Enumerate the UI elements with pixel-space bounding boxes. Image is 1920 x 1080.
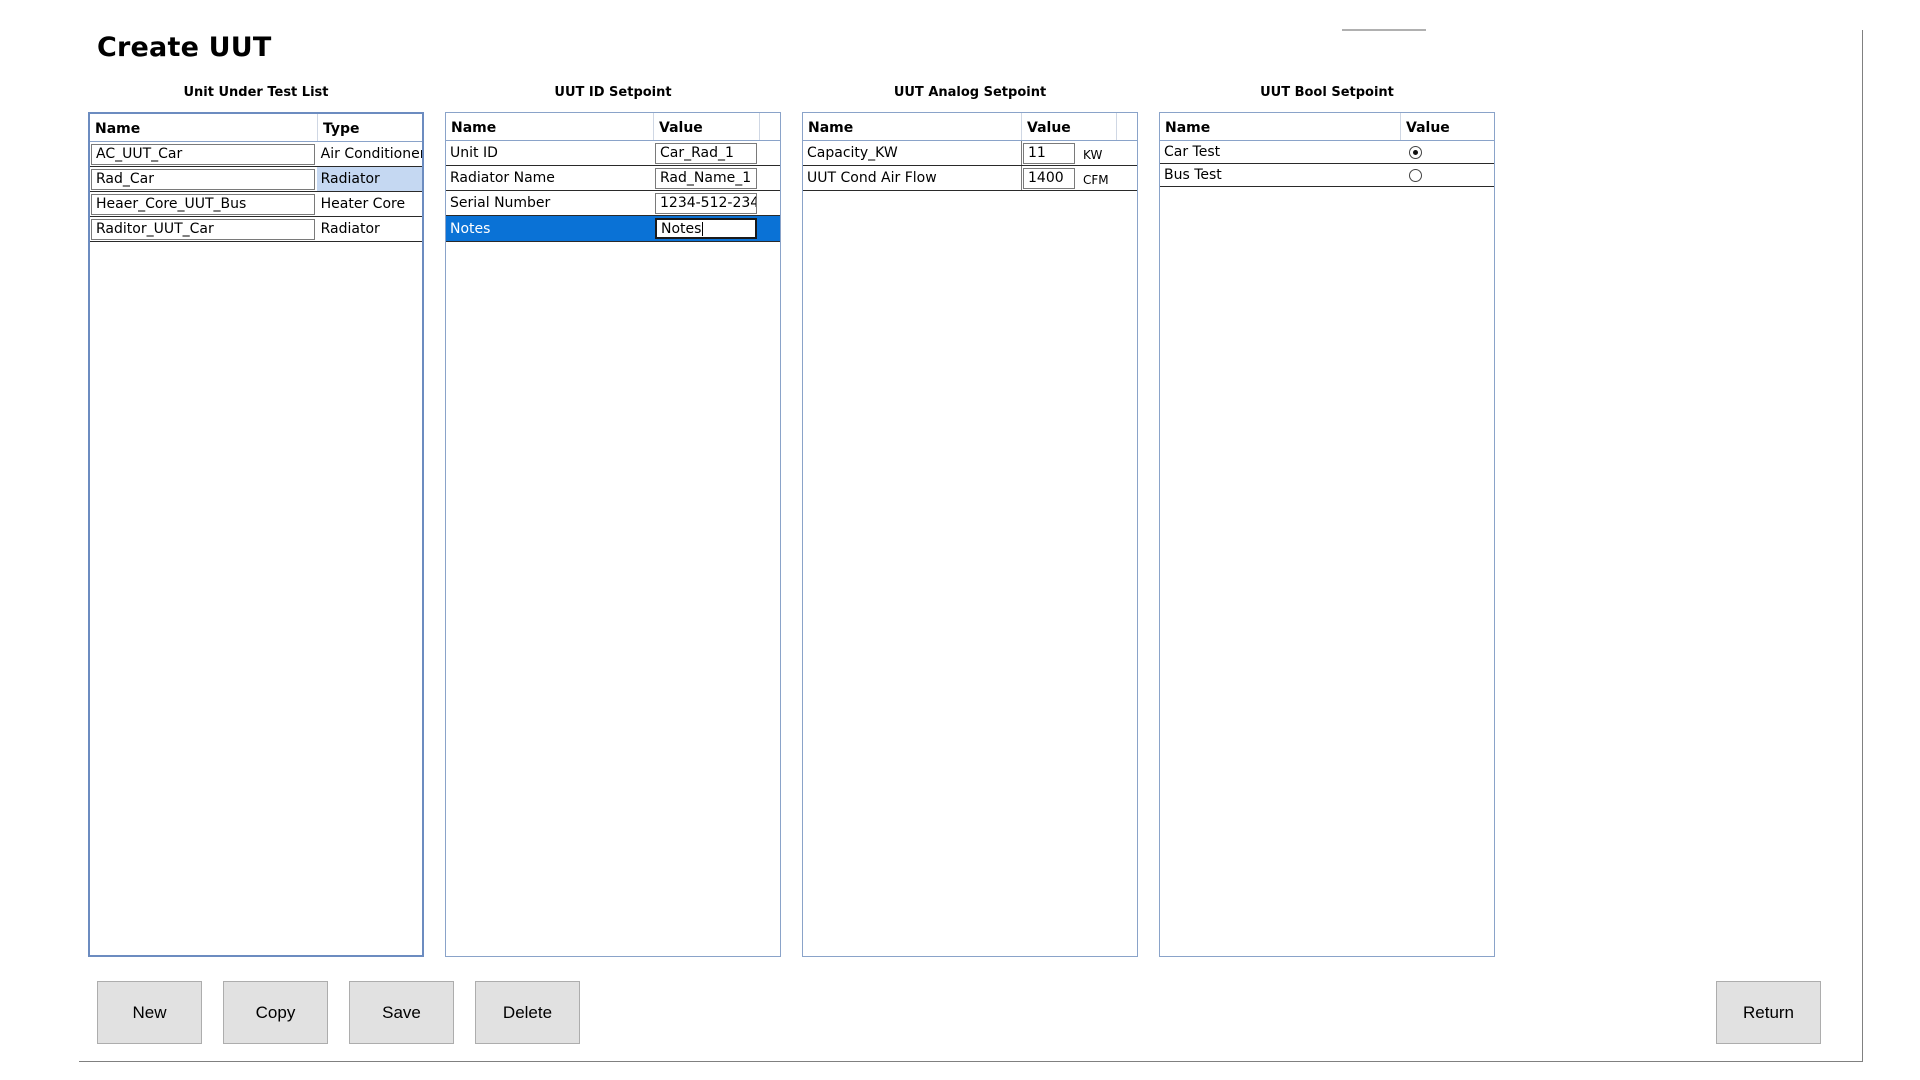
setpoint-value-field[interactable]: Car_Rad_1 xyxy=(655,142,757,164)
table-row[interactable]: UUT Cond Air Flow 1400 CFM xyxy=(803,166,1137,191)
column-header-value[interactable]: Value xyxy=(1401,113,1494,140)
unit-list-grid[interactable]: Name Type AC_UUT_Car Air Conditioner Rad… xyxy=(88,112,424,957)
analog-setpoint-grid[interactable]: Name Value Capacity_KW 11 KW UUT Cond Ai… xyxy=(802,112,1138,957)
column-header-name[interactable]: Name xyxy=(446,113,654,140)
delete-button[interactable]: Delete xyxy=(475,981,580,1044)
setpoint-name-cell: Capacity_KW xyxy=(803,141,1022,165)
column-header-type[interactable]: Type xyxy=(318,114,422,141)
setpoint-name-cell: Unit ID xyxy=(450,145,498,161)
table-row[interactable]: Capacity_KW 11 KW xyxy=(803,141,1137,166)
table-row[interactable]: Rad_Car Radiator xyxy=(90,167,422,192)
setpoint-name-cell: Bus Test xyxy=(1164,167,1222,183)
table-row[interactable]: Unit ID Car_Rad_1 xyxy=(446,141,780,166)
setpoint-name-cell: Serial Number xyxy=(450,195,551,211)
unit-label: CFM xyxy=(1083,173,1109,187)
table-row[interactable]: Heaer_Core_UUT_Bus Heater Core xyxy=(90,192,422,217)
unit-name-cell[interactable]: Rad_Car xyxy=(91,168,315,190)
page-title: Create UUT xyxy=(97,32,272,63)
setpoint-name-cell: Car Test xyxy=(1164,144,1221,160)
bool-setpoint-header: Name Value xyxy=(1160,113,1494,141)
top-tab-edge xyxy=(1342,29,1426,31)
save-button[interactable]: Save xyxy=(349,981,454,1044)
column-header-value[interactable]: Value xyxy=(1022,113,1117,140)
setpoint-name-cell: UUT Cond Air Flow xyxy=(803,166,1022,190)
table-row[interactable]: Serial Number 1234-512-234 xyxy=(446,191,780,216)
unit-type-cell[interactable]: Heater Core xyxy=(317,192,422,216)
window-border-bottom xyxy=(79,1061,1863,1062)
table-row[interactable]: AC_UUT_Car Air Conditioner xyxy=(90,142,422,167)
column-header-filler xyxy=(760,113,780,140)
unit-name-cell[interactable]: AC_UUT_Car xyxy=(91,143,315,165)
window-border-right xyxy=(1862,30,1863,1062)
return-button[interactable]: Return xyxy=(1716,981,1821,1044)
new-button[interactable]: New xyxy=(97,981,202,1044)
unit-label: KW xyxy=(1083,148,1103,162)
copy-button[interactable]: Copy xyxy=(223,981,328,1044)
setpoint-value-cell[interactable] xyxy=(1401,141,1494,163)
unit-name-cell[interactable]: Raditor_UUT_Car xyxy=(91,218,315,240)
setpoint-name-cell: Notes xyxy=(450,220,491,237)
id-setpoint-title: UUT ID Setpoint xyxy=(554,85,672,100)
id-setpoint-header: Name Value xyxy=(446,113,780,141)
setpoint-value-field[interactable]: 1400 xyxy=(1023,167,1075,189)
bool-setpoint-title: UUT Bool Setpoint xyxy=(1260,85,1394,100)
analog-setpoint-title: UUT Analog Setpoint xyxy=(893,85,1047,100)
table-row[interactable]: Bus Test xyxy=(1160,164,1494,187)
column-header-name[interactable]: Name xyxy=(1160,113,1401,140)
setpoint-value-field[interactable]: Rad_Name_1 xyxy=(655,167,757,189)
unit-list-title: Unit Under Test List xyxy=(183,85,329,100)
unit-type-cell[interactable]: Radiator xyxy=(317,217,422,241)
unit-type-cell[interactable]: Air Conditioner xyxy=(317,142,422,166)
setpoint-value-field[interactable]: 11 xyxy=(1023,142,1075,164)
radio-selected-icon[interactable] xyxy=(1409,145,1422,159)
analog-setpoint-header: Name Value xyxy=(803,113,1137,141)
column-header-name[interactable]: Name xyxy=(803,113,1022,140)
column-header-filler xyxy=(1117,113,1137,140)
radio-unselected-icon[interactable] xyxy=(1409,168,1422,182)
notes-value-field[interactable]: Notes xyxy=(655,218,757,239)
table-row[interactable]: Radiator Name Rad_Name_1 xyxy=(446,166,780,191)
column-header-name[interactable]: Name xyxy=(90,114,318,141)
table-row-selected[interactable]: Notes Notes xyxy=(446,216,780,242)
unit-list-header: Name Type xyxy=(90,114,422,142)
id-setpoint-grid[interactable]: Name Value Unit ID Car_Rad_1 Radiator Na… xyxy=(445,112,781,957)
table-row[interactable]: Car Test xyxy=(1160,141,1494,164)
notes-value-text: Notes xyxy=(661,220,702,237)
unit-type-cell-selected[interactable]: Radiator xyxy=(316,167,422,191)
column-header-value[interactable]: Value xyxy=(654,113,760,140)
setpoint-value-field[interactable]: 1234-512-234 xyxy=(655,192,757,214)
setpoint-name-cell: Radiator Name xyxy=(450,170,555,186)
text-caret xyxy=(702,221,704,236)
bool-setpoint-grid[interactable]: Name Value Car Test Bus Test xyxy=(1159,112,1495,957)
table-row[interactable]: Raditor_UUT_Car Radiator xyxy=(90,217,422,242)
unit-name-cell[interactable]: Heaer_Core_UUT_Bus xyxy=(91,193,315,215)
setpoint-value-cell[interactable] xyxy=(1401,164,1494,186)
